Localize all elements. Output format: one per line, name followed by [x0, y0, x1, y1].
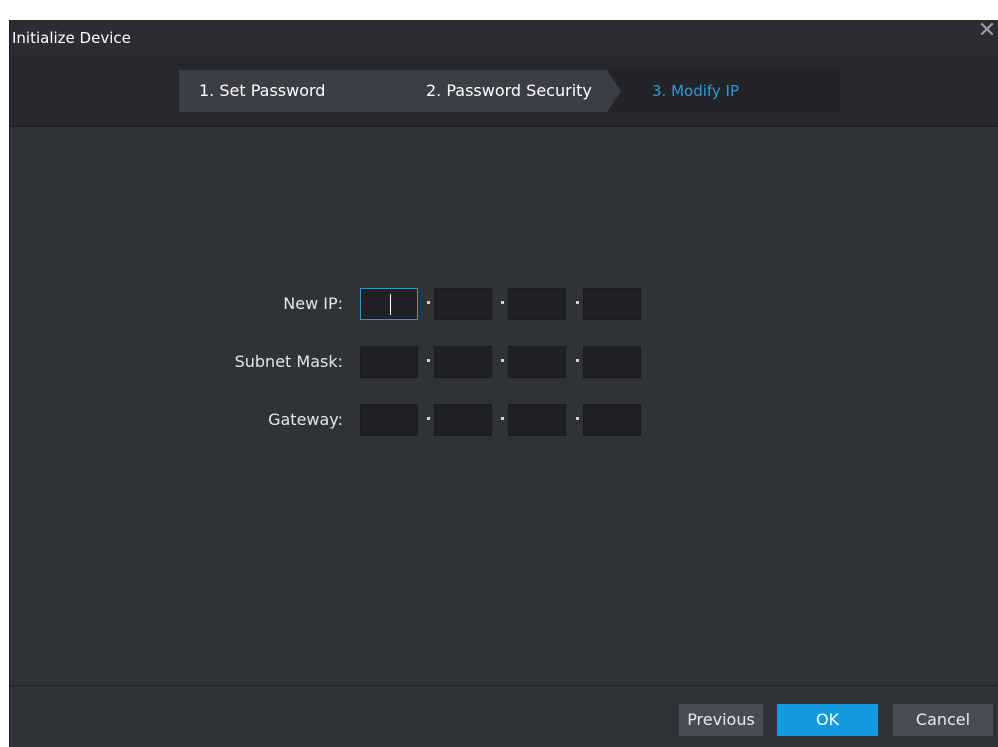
dialog-title: Initialize Device — [12, 29, 131, 47]
title-bar: Initialize Device ✕ — [10, 20, 998, 56]
ip-dot-separator — [501, 359, 504, 362]
new-ip-row: New IP: — [10, 288, 998, 320]
new-ip-octet-3[interactable] — [508, 288, 566, 320]
text-caret — [390, 294, 391, 315]
ip-dot-separator — [427, 359, 430, 362]
step-password-security[interactable]: 2. Password Security — [393, 70, 623, 112]
ip-dot-separator — [501, 417, 504, 420]
new-ip-octet-4[interactable] — [583, 288, 641, 320]
subnet-mask-row: Subnet Mask: — [10, 346, 998, 378]
gateway-octet-4[interactable] — [583, 404, 641, 436]
gateway-octet-3[interactable] — [508, 404, 566, 436]
close-icon[interactable]: ✕ — [977, 20, 997, 43]
ip-dot-separator — [501, 301, 504, 304]
ok-button[interactable]: OK — [777, 704, 878, 736]
wizard-steps: 1. Set Password 2. Password Security 3. … — [179, 70, 841, 112]
step-label: 1. Set Password — [199, 81, 326, 100]
subnet-mask-label: Subnet Mask: — [234, 352, 343, 371]
subnet-mask-octet-2[interactable] — [434, 346, 492, 378]
step-modify-ip[interactable]: 3. Modify IP — [607, 70, 841, 112]
gateway-octet-2[interactable] — [434, 404, 492, 436]
subnet-mask-octet-1[interactable] — [360, 346, 418, 378]
cancel-button[interactable]: Cancel — [893, 704, 993, 736]
footer-divider — [10, 685, 998, 686]
new-ip-octet-2[interactable] — [434, 288, 492, 320]
step-set-password[interactable]: 1. Set Password — [179, 70, 409, 112]
new-ip-label: New IP: — [283, 294, 343, 313]
ip-dot-separator — [576, 417, 579, 420]
gateway-label: Gateway: — [268, 410, 343, 429]
wizard-steps-bar: 1. Set Password 2. Password Security 3. … — [10, 56, 998, 127]
previous-button[interactable]: Previous — [679, 704, 763, 736]
subnet-mask-octet-3[interactable] — [508, 346, 566, 378]
step-label: 2. Password Security — [426, 81, 592, 100]
ip-dot-separator — [576, 301, 579, 304]
subnet-mask-octet-4[interactable] — [583, 346, 641, 378]
gateway-octet-1[interactable] — [360, 404, 418, 436]
ip-dot-separator — [427, 417, 430, 420]
gateway-row: Gateway: — [10, 404, 998, 436]
ip-dot-separator — [427, 301, 430, 304]
new-ip-octet-1[interactable] — [360, 288, 418, 320]
initialize-device-dialog: Initialize Device ✕ 1. Set Password 2. P… — [9, 20, 998, 747]
step-label: 3. Modify IP — [652, 82, 740, 100]
ip-dot-separator — [576, 359, 579, 362]
